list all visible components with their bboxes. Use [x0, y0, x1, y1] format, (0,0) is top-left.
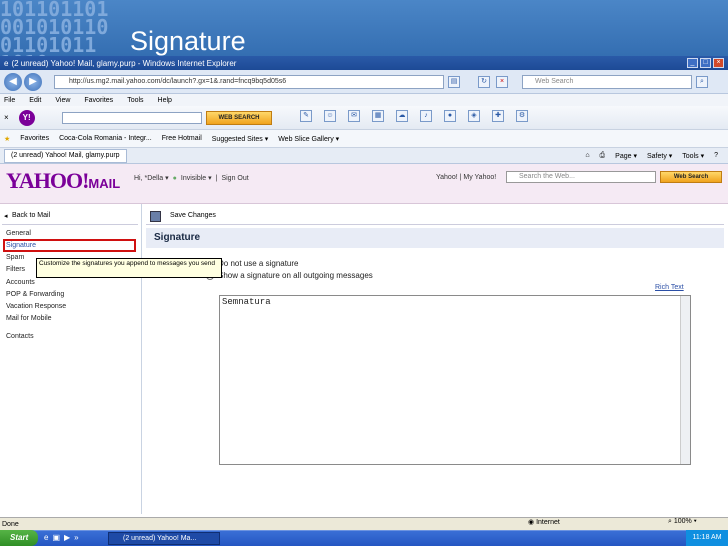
menu-help[interactable]: Help — [158, 97, 172, 104]
menu-favorites[interactable]: Favorites — [84, 97, 113, 104]
maximize-icon[interactable]: □ — [700, 58, 711, 68]
puzzle-icon[interactable]: ✚ — [492, 110, 504, 122]
close-icon[interactable]: × — [713, 58, 724, 68]
command-bar: ⌂ ⎙ Page ▾ Safety ▾ Tools ▾ ? — [585, 152, 728, 160]
ie-launch-icon[interactable]: e — [44, 533, 48, 542]
mail-icon[interactable]: ✉ — [348, 110, 360, 122]
fav-web-slice[interactable]: Web Slice Gallery ▾ — [278, 135, 339, 143]
sign-out-link[interactable]: Sign Out — [221, 175, 248, 182]
smiley-icon[interactable]: ☺ — [324, 110, 336, 122]
tab-yahoo-mail[interactable]: (2 unread) Yahoo! Mail, glamy.purp — [4, 148, 127, 163]
compat-view-icon[interactable]: ▤ — [448, 76, 460, 88]
zone-label: Internet — [536, 519, 560, 526]
media-icon[interactable]: ▶ — [64, 533, 70, 542]
back-arrow-icon[interactable]: ◀ — [4, 72, 22, 91]
sidebar-item-accounts[interactable]: Accounts — [6, 279, 35, 286]
signature-highlight-box — [3, 239, 136, 252]
print-icon[interactable]: ⎙ — [600, 152, 606, 160]
close-toolbar-icon[interactable]: × — [4, 113, 9, 122]
favorites-button[interactable]: Favorites — [20, 135, 49, 142]
toolbar-search-input[interactable] — [62, 112, 202, 124]
window-titlebar: e (2 unread) Yahoo! Mail, glamy.purp - W… — [0, 56, 728, 70]
signature-tooltip: Customize the signatures you append to m… — [36, 258, 222, 278]
star-icon[interactable]: ★ — [4, 135, 10, 143]
yahoo-links[interactable]: Yahoo! | My Yahoo! — [436, 174, 496, 181]
flickr-icon[interactable]: ● — [444, 110, 456, 122]
status-dot-icon: ● — [172, 174, 177, 182]
menu-bar: File Edit View Favorites Tools Help — [0, 94, 728, 106]
radio-no-signature-label: Do not use a signature — [218, 259, 299, 268]
sidebar-item-filters[interactable]: Filters — [6, 266, 25, 273]
rich-text-link[interactable]: Rich Text — [655, 284, 684, 291]
slide-title: Signature — [130, 26, 246, 56]
save-changes-button[interactable]: Save Changes — [146, 209, 724, 225]
address-input[interactable]: http://us.mg2.mail.yahoo.com/dc/launch?.… — [54, 75, 444, 89]
yahoo-web-search-button[interactable]: Web Search — [660, 171, 722, 183]
forward-arrow-icon[interactable]: ▶ — [24, 72, 42, 91]
radio-show-signature-label: Show a signature on all outgoing message… — [218, 271, 373, 280]
menu-edit[interactable]: Edit — [29, 97, 41, 104]
start-button[interactable]: Start — [0, 530, 38, 546]
folder-icon[interactable]: ▣ — [52, 533, 60, 542]
quick-launch: e ▣ ▶ » — [44, 533, 79, 542]
favorites-bar: ★ Favorites Coca-Cola Romania - Integr..… — [0, 130, 728, 148]
ie-search-input[interactable]: Web Search — [522, 75, 692, 89]
signature-section-header: Signature — [146, 228, 724, 248]
toolbar-web-search-button[interactable]: WEB SEARCH — [206, 111, 272, 125]
minimize-icon[interactable]: _ — [687, 58, 698, 68]
fav-suggested-sites[interactable]: Suggested Sites ▾ — [212, 135, 268, 143]
mail-logo-text: MAIL — [88, 176, 121, 191]
home-icon[interactable]: ⌂ — [585, 152, 589, 159]
sidebar-item-vacation[interactable]: Vacation Response — [6, 303, 66, 310]
back-to-mail-link[interactable]: Back to Mail — [2, 209, 138, 225]
fav-hotmail[interactable]: Free Hotmail — [162, 135, 202, 142]
security-zone: ◉ Internet — [528, 519, 560, 526]
sidebar-item-general[interactable]: General — [6, 230, 31, 237]
signature-textarea[interactable] — [219, 295, 691, 465]
music-icon[interactable]: ♪ — [420, 110, 432, 122]
sidebar-item-pop[interactable]: POP & Forwarding — [6, 291, 64, 298]
clock: 11:18 AM — [686, 530, 728, 546]
greeting[interactable]: Hi, *Della ▾ — [134, 174, 169, 182]
user-menu: Hi, *Della ▾ ● Invisible ▾ | Sign Out — [134, 174, 249, 183]
chevron-icon[interactable]: » — [74, 533, 78, 542]
cmd-safety[interactable]: Safety ▾ — [647, 152, 672, 160]
menu-view[interactable]: View — [55, 97, 70, 104]
tab-bar: (2 unread) Yahoo! Mail, glamy.purp ⌂ ⎙ P… — [0, 148, 728, 164]
cloud-icon[interactable]: ☁ — [396, 110, 408, 122]
sidebar-item-spam[interactable]: Spam — [6, 254, 24, 261]
refresh-icon[interactable]: ↻ — [478, 76, 490, 88]
help-icon[interactable]: ? — [714, 152, 718, 159]
zoom-label: 100% — [673, 518, 692, 525]
editor-scrollbar[interactable] — [680, 296, 690, 464]
cmd-tools[interactable]: Tools ▾ — [682, 152, 704, 160]
gear-icon[interactable]: ⚙ — [516, 110, 528, 122]
signature-text-value: Semnatura — [222, 297, 271, 307]
news-icon[interactable]: ▦ — [372, 110, 384, 122]
invisible-status[interactable]: Invisible ▾ — [181, 174, 212, 182]
yahoo-mail-logo[interactable]: YAHOO!MAIL — [6, 168, 120, 194]
yahoo-logo-text: YAHOO! — [6, 168, 89, 193]
pencil-icon[interactable]: ✎ — [300, 110, 312, 122]
search-icon[interactable]: ⌕ — [696, 76, 708, 88]
taskbar-ie-window[interactable]: (2 unread) Yahoo! Ma... — [108, 532, 220, 545]
status-text: Done — [2, 520, 19, 528]
cmd-page[interactable]: Page ▾ — [615, 152, 637, 160]
zoom-level[interactable]: ⌕ 100% ▾ — [668, 518, 697, 526]
sidebar-item-mobile[interactable]: Mail for Mobile — [6, 315, 52, 322]
yahoo-toolbar-logo-icon[interactable]: Y! — [18, 109, 35, 126]
ie-icon: e — [4, 58, 9, 68]
status-bar: Done — [0, 517, 728, 530]
toolbar-icons: ✎ ☺ ✉ ▦ ☁ ♪ ● ◈ ✚ ⚙ — [300, 110, 528, 122]
menu-tools[interactable]: Tools — [127, 97, 143, 104]
sidebar-item-contacts[interactable]: Contacts — [6, 333, 34, 340]
menu-file[interactable]: File — [4, 97, 15, 104]
back-arrow-icon: ◂ — [4, 213, 8, 220]
window-title: (2 unread) Yahoo! Mail, glamy.purp - Win… — [11, 58, 237, 68]
yahoo-search-input[interactable]: Search the Web... — [506, 171, 656, 183]
bag-icon[interactable]: ◈ — [468, 110, 480, 122]
fav-coca-cola[interactable]: Coca-Cola Romania - Integr... — [59, 135, 152, 142]
stop-icon[interactable]: × — [496, 76, 508, 88]
